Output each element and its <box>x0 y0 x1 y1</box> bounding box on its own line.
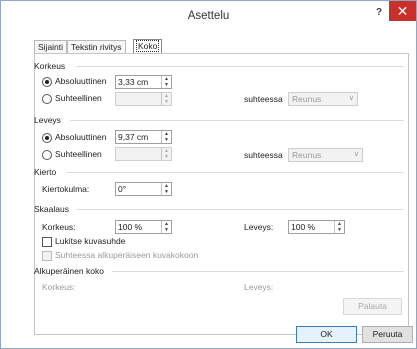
tab-label: Sijainti <box>38 42 64 52</box>
section-divider <box>76 209 404 210</box>
close-icon[interactable]: ✕ <box>389 1 416 21</box>
tab-label: Koko <box>135 40 160 52</box>
relative-original-checkbox[interactable] <box>42 251 52 261</box>
height-absolute-radio[interactable] <box>42 77 52 87</box>
lock-aspect-label: Lukitse kuvasuhde <box>55 236 126 246</box>
scale-width-label: Leveys: <box>244 222 274 232</box>
spinner-arrows-icon[interactable]: ▲ ▼ <box>161 148 171 160</box>
section-divider <box>70 120 404 121</box>
spinner-arrows-icon[interactable]: ▲ ▼ <box>161 221 171 233</box>
height-relative-to-value: Reunus <box>292 94 322 104</box>
lock-aspect-checkbox[interactable] <box>42 237 52 247</box>
section-height: Korkeus <box>34 61 66 71</box>
height-absolute-value: 3,33 cm <box>118 77 149 87</box>
chevron-down-icon: ∨ <box>353 151 359 158</box>
section-divider <box>76 66 404 67</box>
section-divider <box>66 172 404 173</box>
width-absolute-value: 9,37 cm <box>118 132 149 142</box>
scale-height-input[interactable]: 100 % ▲ ▼ <box>115 220 172 234</box>
tab-sijainti[interactable]: Sijainti <box>34 40 68 54</box>
height-absolute-input[interactable]: 3,33 cm ▲ ▼ <box>115 75 172 89</box>
scale-height-value: 100 % <box>118 222 143 232</box>
scale-height-label: Korkeus: <box>42 222 76 232</box>
spinner-arrows-icon[interactable]: ▲ ▼ <box>161 76 171 88</box>
height-relative-to-label: suhteessa <box>244 94 283 104</box>
section-original-size: Alkuperäinen koko <box>34 266 104 276</box>
original-width-label: Leveys: <box>244 282 274 292</box>
rotation-input[interactable]: 0° ▲ ▼ <box>115 182 172 196</box>
scale-width-value: 100 % <box>291 222 316 232</box>
spinner-arrows-icon[interactable]: ▲ ▼ <box>161 183 171 195</box>
width-relative-input[interactable]: ▲ ▼ <box>115 147 172 161</box>
height-absolute-label: Absoluuttinen <box>55 76 107 86</box>
spinner-arrows-icon[interactable]: ▲ ▼ <box>161 93 171 105</box>
title-bar: Asettelu ? ✕ <box>1 1 416 29</box>
cancel-button[interactable]: Peruuta <box>362 326 413 343</box>
section-width: Leveys <box>34 115 61 125</box>
width-relative-to-select[interactable]: Reunus ∨ <box>288 148 363 162</box>
height-relative-to-select[interactable]: Reunus ∨ <box>288 92 358 106</box>
tab-label: Tekstin rivitys <box>71 42 122 52</box>
width-relative-label: Suhteellinen <box>55 149 102 159</box>
width-relative-to-value: Reunus <box>292 150 322 160</box>
tab-koko[interactable]: Koko <box>133 39 163 54</box>
width-absolute-radio[interactable] <box>42 133 52 143</box>
ok-button[interactable]: OK <box>296 326 357 343</box>
scale-width-input[interactable]: 100 % ▲ ▼ <box>288 220 345 234</box>
original-height-label: Korkeus: <box>42 282 76 292</box>
chevron-down-icon: ∨ <box>348 95 354 102</box>
width-relative-to-label: suhteessa <box>244 150 283 160</box>
height-relative-radio[interactable] <box>42 94 52 104</box>
height-relative-label: Suhteellinen <box>55 93 102 103</box>
section-scale: Skaalaus <box>34 204 69 214</box>
rotation-label: Kiertokulma: <box>42 184 90 194</box>
section-rotation: Kierto <box>34 167 57 177</box>
width-absolute-label: Absoluuttinen <box>55 132 107 142</box>
help-icon[interactable]: ? <box>371 5 387 21</box>
section-divider <box>112 271 404 272</box>
tab-tekstin-rivitys[interactable]: Tekstin rivitys <box>67 40 126 54</box>
reset-button[interactable]: Palauta <box>343 298 402 315</box>
relative-original-label: Suhteessa alkuperäiseen kuvakokoon <box>55 250 199 260</box>
dialog-title: Asettelu <box>187 10 230 22</box>
width-relative-radio[interactable] <box>42 150 52 160</box>
height-relative-input[interactable]: ▲ ▼ <box>115 92 172 106</box>
spinner-arrows-icon[interactable]: ▲ ▼ <box>161 131 171 143</box>
spinner-arrows-icon[interactable]: ▲ ▼ <box>334 221 344 233</box>
rotation-value: 0° <box>118 184 127 194</box>
width-absolute-input[interactable]: 9,37 cm ▲ ▼ <box>115 130 172 144</box>
